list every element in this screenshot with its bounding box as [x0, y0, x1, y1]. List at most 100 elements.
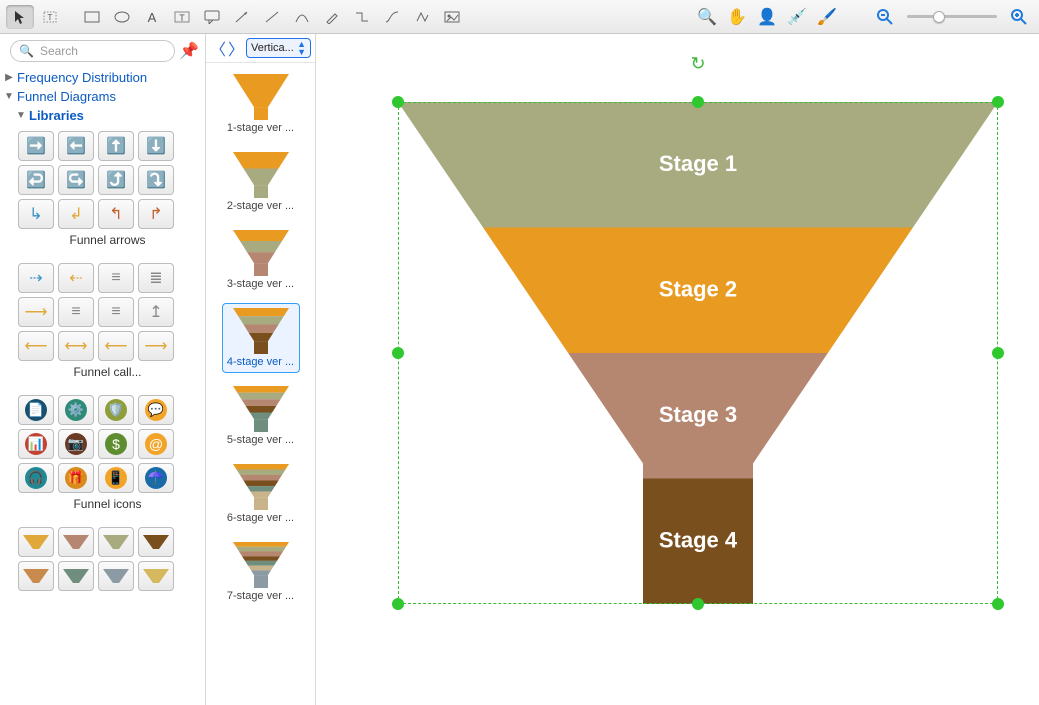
rotate-handle[interactable]: ↻	[690, 54, 705, 75]
stamp-tool[interactable]: 👤	[753, 5, 781, 29]
lib-tile[interactable]: 📊	[18, 429, 54, 459]
lib-tile[interactable]: 🛡️	[98, 395, 134, 425]
lib-tile[interactable]: ⇠	[58, 263, 94, 293]
lib-tile[interactable]	[58, 561, 94, 591]
lib-tile[interactable]	[58, 527, 94, 557]
selection-handle[interactable]	[992, 96, 1004, 108]
shape-card[interactable]: 1-stage ver ...	[222, 69, 300, 139]
canvas-zoom-tool[interactable]: 🔍	[693, 5, 721, 29]
lib-tile[interactable]: ⟶	[18, 297, 54, 327]
pointer-tool[interactable]	[6, 5, 34, 29]
lib-tile[interactable]: ↰	[98, 199, 134, 229]
lib-tile[interactable]	[138, 527, 174, 557]
lib-tile[interactable]: ↲	[58, 199, 94, 229]
selection-handle[interactable]	[992, 347, 1004, 359]
lib-tile[interactable]: ⬆️	[98, 131, 134, 161]
lib-grid-funnel-shapes	[18, 527, 197, 591]
lib-tile[interactable]: ⟵	[18, 331, 54, 361]
selection-handle[interactable]	[692, 96, 704, 108]
lib-tile[interactable]: ⟶	[138, 331, 174, 361]
lib-tile[interactable]: ☂️	[138, 463, 174, 493]
selection-handle[interactable]	[392, 598, 404, 610]
arrow-line-tool[interactable]	[228, 5, 256, 29]
zoom-slider[interactable]	[907, 15, 997, 18]
tree-item-libraries[interactable]: ▼ Libraries	[4, 106, 205, 125]
lib-grid-funnel-callouts: ⇢ ⇠ ≡ ≣ ⟶ ≡ ≡ ↥ ⟵ ⟷ ⟵ ⟶	[18, 263, 197, 361]
lib-tile[interactable]: ⟷	[58, 331, 94, 361]
smart-connector-tool[interactable]	[408, 5, 436, 29]
lib-tile[interactable]: 💬	[138, 395, 174, 425]
eyedropper-tool[interactable]: 💉	[783, 5, 811, 29]
lib-tile[interactable]: 📷	[58, 429, 94, 459]
tree-item-funnel-diagrams[interactable]: ▼ Funnel Diagrams	[4, 87, 205, 106]
pan-tool[interactable]: ✋	[723, 5, 751, 29]
lib-tile[interactable]: ≡	[58, 297, 94, 327]
lib-tile[interactable]: ≡	[98, 297, 134, 327]
zoom-out-button[interactable]	[871, 5, 899, 29]
brush-tool[interactable]: 🖌️	[813, 5, 841, 29]
disclosure-down-icon: ▼	[4, 91, 14, 102]
pin-icon[interactable]: 📌	[179, 41, 199, 61]
shape-card[interactable]: 4-stage ver ...	[222, 303, 300, 373]
svg-text:T: T	[179, 13, 185, 23]
lib-tile[interactable]	[18, 527, 54, 557]
lib-tile[interactable]: 📄	[18, 395, 54, 425]
lib-tile[interactable]: ➡️	[18, 131, 54, 161]
line-tool[interactable]	[258, 5, 286, 29]
library-search-input[interactable]: 🔍 Search	[10, 40, 175, 62]
ellipse-shape-tool[interactable]	[108, 5, 136, 29]
lib-tile[interactable]: ↩️	[18, 165, 54, 195]
svg-text:A: A	[148, 10, 157, 24]
lib-tile[interactable]: ↥	[138, 297, 174, 327]
lib-tile[interactable]: ↱	[138, 199, 174, 229]
curve-tool[interactable]	[288, 5, 316, 29]
textbox-tool[interactable]: T	[168, 5, 196, 29]
spline-connector-tool[interactable]	[378, 5, 406, 29]
selection-handle[interactable]	[692, 598, 704, 610]
rect-shape-tool[interactable]	[78, 5, 106, 29]
insert-object-tool[interactable]	[438, 5, 466, 29]
shape-card[interactable]: 3-stage ver ...	[222, 225, 300, 295]
text-tool[interactable]: A	[138, 5, 166, 29]
callout-tool[interactable]	[198, 5, 226, 29]
lib-tile[interactable]: ⇢	[18, 263, 54, 293]
lib-tile[interactable]: ⚙️	[58, 395, 94, 425]
lib-tile[interactable]	[98, 561, 134, 591]
tree-item-frequency-distribution[interactable]: ▶ Frequency Distribution	[4, 68, 205, 87]
lib-tile[interactable]: ⬅️	[58, 131, 94, 161]
selection-handle[interactable]	[392, 96, 404, 108]
lib-tile[interactable]: $	[98, 429, 134, 459]
shape-card[interactable]: 7-stage ver ...	[222, 537, 300, 607]
selection-handle[interactable]	[392, 347, 404, 359]
shape-card[interactable]: 2-stage ver ...	[222, 147, 300, 217]
orth-connector-tool[interactable]	[348, 5, 376, 29]
text-select-tool[interactable]: T	[36, 5, 64, 29]
drawing-canvas[interactable]: Stage 1Stage 2Stage 3Stage 4 ↻	[316, 34, 1039, 705]
nav-back-button[interactable]: 〈	[210, 38, 226, 58]
nav-forward-button[interactable]: 〉	[228, 38, 244, 58]
lib-tile[interactable]	[18, 561, 54, 591]
lib-tile[interactable]: ↪️	[58, 165, 94, 195]
lib-tile[interactable]: 📱	[98, 463, 134, 493]
shape-list[interactable]: 1-stage ver ... 2-stage ver ... 3-stage …	[206, 63, 315, 705]
lib-tile[interactable]	[98, 527, 134, 557]
lib-tile[interactable]: 🎁	[58, 463, 94, 493]
lib-tile[interactable]: ⟵	[98, 331, 134, 361]
lib-tile[interactable]: ≡	[98, 263, 134, 293]
zoom-in-button[interactable]	[1005, 5, 1033, 29]
zoom-slider-thumb[interactable]	[933, 11, 945, 23]
lib-tile[interactable]: ⬇️	[138, 131, 174, 161]
lib-tile[interactable]: ↳	[18, 199, 54, 229]
pen-tool[interactable]	[318, 5, 346, 29]
lib-tile[interactable]: ≣	[138, 263, 174, 293]
shape-card[interactable]: 6-stage ver ...	[222, 459, 300, 529]
lib-tile[interactable]	[138, 561, 174, 591]
funnel-shape[interactable]: Stage 1Stage 2Stage 3Stage 4	[398, 102, 998, 604]
selection-handle[interactable]	[992, 598, 1004, 610]
lib-tile[interactable]: 🎧	[18, 463, 54, 493]
lib-tile[interactable]: @	[138, 429, 174, 459]
shape-category-select[interactable]: Vertica... ▲▼	[246, 38, 311, 58]
lib-tile[interactable]: ⤵️	[138, 165, 174, 195]
lib-tile[interactable]: ⤴️	[98, 165, 134, 195]
shape-card[interactable]: 5-stage ver ...	[222, 381, 300, 451]
